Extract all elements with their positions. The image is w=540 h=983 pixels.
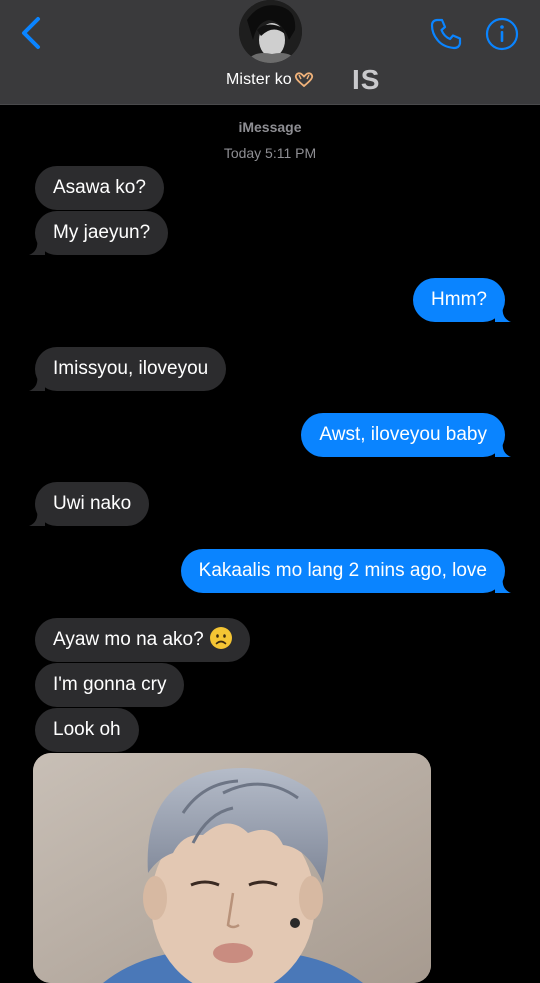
back-button[interactable] [14,14,48,52]
message-text: Awst, iloveyou baby [319,424,487,445]
message-bubble-incoming[interactable]: Look oh [35,708,139,752]
bubble-tail [29,510,45,526]
message-text: Uwi nako [53,493,132,514]
bubble-tail [29,375,45,391]
message-bubble-incoming[interactable]: My jaeyun? [29,211,169,255]
message-text: Hmm? [431,289,487,310]
chevron-left-icon [22,17,40,49]
overlay-text-badge: IS [352,64,381,95]
heart-hands-icon [294,72,313,88]
message-text: Ayaw mo na ako? [53,629,204,650]
frowning-face-emoji [209,627,232,650]
info-button[interactable] [485,17,519,51]
bubble-tail [495,441,511,457]
bubble-tail [495,577,511,593]
message-text: I'm gonna cry [53,674,167,695]
message-bubble-incoming[interactable]: Asawa ko? [35,166,164,210]
thread-timestamp: Today 5:11 PM [223,145,317,161]
info-icon [485,17,519,51]
conversation-header: Mister ko IS [0,0,540,105]
bubble-tail [29,239,45,255]
message-bubble-incoming[interactable]: I'm gonna cry [35,663,185,707]
contact-avatar[interactable] [239,0,302,63]
message-text: Kakaalis mo lang 2 mins ago, love [198,560,487,581]
call-button[interactable] [428,16,464,52]
contact-name-text: Mister ko [226,71,292,88]
photo-attachment[interactable] [33,753,431,983]
message-text: Imissyou, iloveyou [53,358,209,379]
message-bubble-outgoing[interactable]: Kakaalis mo lang 2 mins ago, love [180,549,511,593]
message-bubble-incoming[interactable]: Uwi nako [29,482,150,526]
message-text: Look oh [53,719,121,740]
message-text: Asawa ko? [53,177,146,198]
service-label: iMessage [238,119,302,135]
contact-name[interactable]: Mister ko [226,71,314,89]
bubble-tail [495,306,511,322]
message-bubble-incoming[interactable]: Ayaw mo na ako? [35,618,250,662]
phone-icon [430,18,462,50]
message-bubble-incoming[interactable]: Imissyou, iloveyou [29,347,227,391]
photo-image [33,753,431,983]
message-bubble-outgoing[interactable]: Awst, iloveyou baby [301,413,511,457]
message-bubble-outgoing[interactable]: Hmm? [413,278,511,322]
message-text: My jaeyun? [53,222,151,243]
